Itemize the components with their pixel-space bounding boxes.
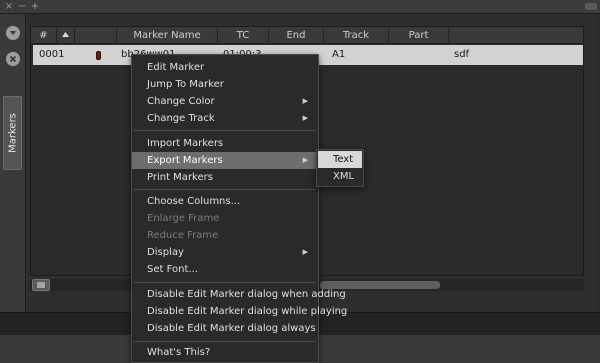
col-header-end[interactable]: End: [269, 27, 324, 44]
menu-item-label: Disable Edit Marker dialog while playing: [147, 306, 348, 317]
submenu-item-text[interactable]: Text: [318, 151, 362, 168]
col-header-part[interactable]: Part: [389, 27, 449, 44]
markers-side-tab[interactable]: Markers: [3, 96, 22, 170]
menu-item-label: Display: [147, 247, 184, 258]
menu-item-reduce-frame: Reduce Frame: [132, 227, 318, 244]
markers-tab-label: Markers: [7, 113, 18, 153]
menu-item-disable-dialog-playing[interactable]: Disable Edit Marker dialog while playing: [132, 303, 347, 320]
menu-item-label: Set Font...: [147, 264, 198, 275]
menu-item-edit-marker[interactable]: Edit Marker: [132, 59, 318, 76]
sort-indicator-header[interactable]: [57, 27, 75, 44]
triangle-right-icon: ▶: [302, 114, 308, 122]
menu-item-choose-columns[interactable]: Choose Columns...: [132, 193, 318, 210]
menu-item-disable-dialog-adding[interactable]: Disable Edit Marker dialog when adding: [132, 286, 346, 303]
close-circle-icon[interactable]: [6, 52, 20, 66]
left-tool-rail: Markers: [0, 14, 26, 312]
menu-item-label: Enlarge Frame: [147, 213, 220, 224]
col-header-tc[interactable]: TC: [218, 27, 269, 44]
menu-item-whats-this[interactable]: What's This?: [132, 344, 318, 361]
menu-item-change-color[interactable]: Change Color ▶: [132, 93, 318, 110]
menu-item-label: Jump To Marker: [147, 79, 224, 90]
row-number: 0001: [39, 49, 65, 60]
submenu-item-label: XML: [333, 171, 355, 182]
triangle-right-icon: ▶: [302, 97, 308, 105]
minimize-window-icon[interactable]: −: [17, 2, 27, 12]
menu-item-print-markers[interactable]: Print Markers: [132, 169, 318, 186]
add-window-icon[interactable]: +: [30, 2, 40, 12]
col-header-part-label: Part: [408, 30, 429, 41]
submenu-item-label: Text: [333, 154, 354, 165]
row-track: A1: [332, 49, 346, 60]
col-header-track[interactable]: Track: [324, 27, 389, 44]
submenu-item-xml[interactable]: XML: [318, 168, 362, 185]
close-window-icon[interactable]: ×: [4, 2, 14, 12]
col-header-end-label: End: [286, 30, 306, 41]
menu-separator: [134, 341, 316, 342]
row-comment: sdf: [454, 49, 470, 60]
triangle-up-icon: [62, 32, 69, 37]
triangle-right-icon: ▶: [302, 248, 308, 256]
table-header: # Marker Name TC End Track Part: [31, 27, 583, 44]
col-header-marker-name-label: Marker Name: [133, 30, 201, 41]
menu-item-label: What's This?: [147, 347, 211, 358]
scrollbar-thumb[interactable]: [320, 281, 440, 289]
menu-item-label: Disable Edit Marker dialog when adding: [147, 289, 346, 300]
menu-separator: [134, 130, 316, 131]
col-header-color[interactable]: [75, 27, 117, 44]
export-markers-submenu: Text XML: [316, 149, 364, 187]
menu-item-label: Import Markers: [147, 138, 224, 149]
menu-item-label: Export Markers: [147, 155, 223, 166]
col-header-comment[interactable]: [449, 27, 583, 44]
menu-separator: [134, 189, 316, 190]
menu-item-change-track[interactable]: Change Track ▶: [132, 110, 318, 127]
menu-item-label: Edit Marker: [147, 62, 205, 73]
window-title-strip: × − +: [0, 0, 600, 14]
menu-item-label: Choose Columns...: [147, 196, 241, 207]
menu-item-set-font[interactable]: Set Font...: [132, 261, 318, 278]
col-header-marker-name[interactable]: Marker Name: [117, 27, 218, 44]
menu-item-label: Disable Edit Marker dialog always: [147, 323, 316, 334]
col-header-number-label: #: [39, 30, 48, 41]
triangle-right-icon: ▶: [302, 156, 308, 164]
hamburger-icon[interactable]: [32, 279, 50, 291]
menu-item-label: Change Track: [147, 113, 215, 124]
marker-context-menu: Edit Marker Jump To Marker Change Color ▶…: [131, 54, 347, 363]
top-scroll-handle[interactable]: [585, 3, 597, 10]
menu-item-import-markers[interactable]: Import Markers: [132, 135, 318, 152]
menu-item-display[interactable]: Display ▶: [132, 244, 318, 261]
chevron-down-circle-icon[interactable]: [6, 26, 20, 40]
menu-item-export-markers[interactable]: Export Markers ▶: [132, 152, 318, 169]
marker-color-swatch[interactable]: [96, 51, 101, 60]
menu-item-label: Reduce Frame: [147, 230, 219, 241]
menu-separator: [134, 282, 316, 283]
menu-item-label: Change Color: [147, 96, 215, 107]
menu-item-label: Print Markers: [147, 172, 213, 183]
col-header-track-label: Track: [342, 30, 370, 41]
menu-item-jump-to-marker[interactable]: Jump To Marker: [132, 76, 318, 93]
menu-item-enlarge-frame: Enlarge Frame: [132, 210, 318, 227]
menu-item-disable-dialog-always[interactable]: Disable Edit Marker dialog always: [132, 320, 318, 337]
col-header-number[interactable]: #: [31, 27, 57, 44]
col-header-tc-label: TC: [236, 30, 250, 41]
